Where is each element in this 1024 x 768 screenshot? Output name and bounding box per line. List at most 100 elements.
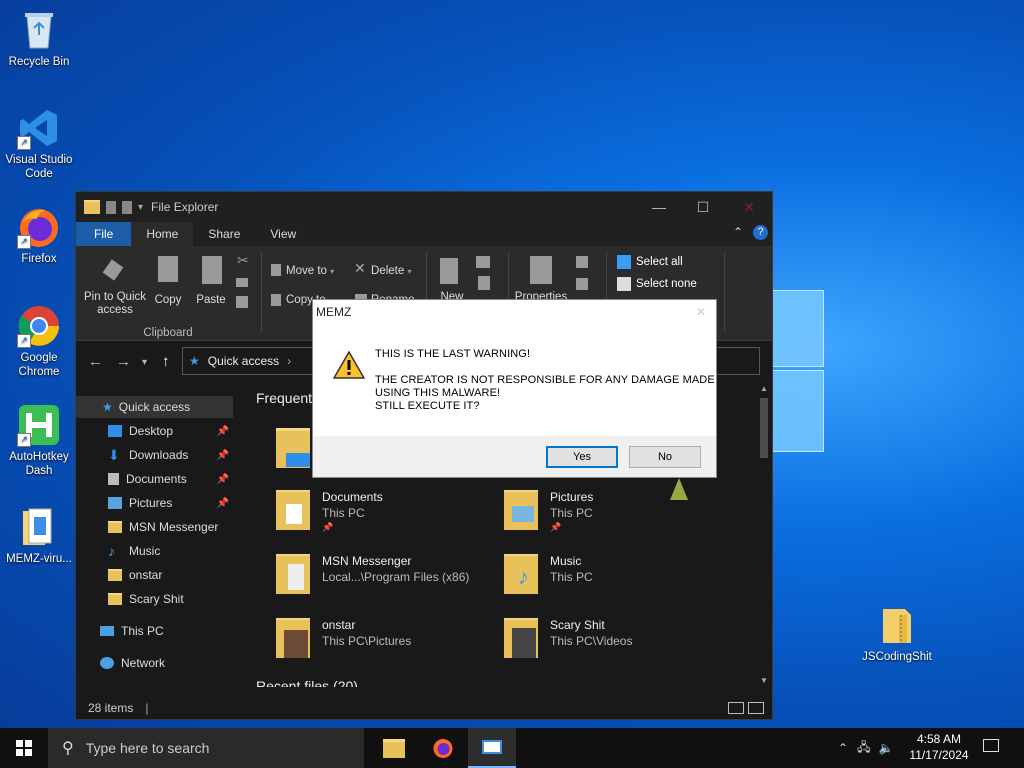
up-arrow-icon[interactable]: ↑ [162,353,170,370]
back-arrow-icon[interactable]: ← [88,353,103,370]
taskbar-firefox[interactable] [419,728,467,768]
pin-icon: 📌 [216,425,229,437]
help-icon[interactable]: ? [753,225,768,240]
new-item-icon[interactable] [476,256,490,268]
nav-item-desktop[interactable]: Desktop 📌 [76,420,233,442]
nav-item-msn-messenger[interactable]: MSN Messenger [76,516,233,538]
nav-item-this-pc[interactable]: This PC [76,620,233,642]
app-window-icon [482,740,502,754]
nav-item-downloads[interactable]: ⬇ Downloads 📌 [76,444,233,466]
breadcrumb-separator[interactable]: › [287,354,291,368]
nav-item-pictures[interactable]: Pictures 📌 [76,492,233,514]
collapse-ribbon-icon[interactable]: ⌃ [733,225,743,239]
delete-button[interactable]: Delete ▾ [371,265,411,278]
paste-button[interactable]: Paste [194,294,228,307]
dialog-message: THIS IS THE LAST WARNING! THE CREATOR IS… [375,348,715,412]
navigation-pane: ★ Quick access Desktop 📌 ⬇ Downloads 📌 Docum… [76,382,233,687]
nav-item-scary-shit[interactable]: Scary Shit [76,588,233,610]
tab-share[interactable]: Share [193,222,255,246]
tab-view[interactable]: View [255,222,311,246]
no-button[interactable]: No [629,446,701,468]
desktop-icon-firefox[interactable]: ↗ Firefox [2,205,76,266]
shortcut-arrow-icon: ↗ [17,433,31,447]
details-view-icon[interactable] [728,702,744,714]
tile-onstar[interactable]: onstar This PC\Pictures [276,616,496,666]
volume-icon[interactable]: 🔈 [878,741,893,755]
recent-locations-chevron-icon[interactable]: ▾ [142,357,147,368]
customize-toolbar-icon[interactable]: ▾ [138,202,143,213]
tile-msn-messenger[interactable]: MSN Messenger Local...\Program Files (x8… [276,552,496,602]
minimize-button[interactable]: — [636,192,682,222]
autohotkey-icon: ↗ [17,403,61,447]
nav-item-network[interactable]: Network [76,652,233,674]
desktop-icon-vscode[interactable]: ↗ Visual Studio Code [2,106,76,181]
copy-button[interactable]: Copy [152,294,184,307]
nav-item-onstar[interactable]: onstar [76,564,233,586]
paste-shortcut-icon[interactable] [236,296,248,308]
nav-item-quick-access[interactable]: ★ Quick access [76,396,233,418]
tile-scary-shit[interactable]: Scary Shit This PC\Videos [504,616,724,666]
tile-pictures[interactable]: Pictures This PC 📌 [504,488,724,538]
explorer-titlebar[interactable]: ▾ File Explorer — ☐ ✕ [76,192,772,222]
pinned-icon: 📌 [322,522,334,532]
frequent-folders-header[interactable]: Frequent [256,390,312,406]
tile-documents[interactable]: Documents This PC 📌 [276,488,496,538]
clipboard-group-label: Clipboard [143,327,193,339]
new-folder-icon [440,258,458,284]
close-button[interactable]: ✕ [726,192,772,222]
notifications-icon[interactable] [983,739,999,752]
folder-icon [84,200,100,214]
open-icon[interactable] [576,256,588,268]
tab-home[interactable]: Home [131,222,194,246]
download-arrow-icon: ⬇ [108,447,120,463]
desktop-icon-memz[interactable]: MEMZ-viru... [2,505,76,566]
taskbar-memz-app[interactable] [468,728,516,768]
documents-folder-icon [276,490,310,530]
folder-icon [108,521,122,533]
vertical-scrollbar[interactable]: ▲ ▼ [758,382,770,687]
pin-icon: 📌 [216,449,229,461]
shortcut-arrow-icon: ↗ [17,136,31,150]
desktop-icon-recycle-bin[interactable]: Recycle Bin [2,8,76,69]
tile-music[interactable]: ♪ Music This PC [504,552,724,602]
network-icon[interactable]: 🖧 [857,738,870,759]
easy-access-icon[interactable] [478,276,490,290]
desktop-folder-thumb-icon[interactable] [276,428,310,468]
windows-wallpaper-logo [770,290,824,452]
select-none-button[interactable]: Select none [636,278,697,291]
select-all-button[interactable]: Select all [636,256,683,269]
desktop-icon-jscodingshit[interactable]: JSCodingShit [860,603,934,664]
move-to-button[interactable]: Move to ▾ [286,265,334,278]
move-to-icon [271,264,281,276]
taskbar-file-explorer[interactable] [370,728,418,768]
pin-to-quick-access-button[interactable]: Pin to Quick access [80,291,150,317]
copy-to-icon [271,294,281,306]
show-hidden-icons-chevron-icon[interactable]: ⌃ [838,741,848,755]
start-button[interactable] [0,728,48,768]
desktop-icon-chrome[interactable]: ↗ Google Chrome [2,304,76,379]
dialog-titlebar[interactable]: MEMZ ✕ [313,300,716,324]
maximize-button[interactable]: ☐ [680,192,726,222]
breadcrumb-quick-access[interactable]: Quick access [208,354,279,368]
forward-arrow-icon[interactable]: → [116,353,131,370]
edit-icon[interactable] [576,278,588,290]
tab-file[interactable]: File [76,222,132,246]
window-title: File Explorer [151,200,219,214]
recent-files-header[interactable]: Recent files (20) [256,678,358,687]
taskbar-search-box[interactable]: ⚲ Type here to search [48,728,364,768]
pin-icon: 📌 [216,497,229,509]
delete-icon: ✕ [354,260,366,276]
yes-button[interactable]: Yes [546,446,618,468]
copy-icon [158,256,178,282]
folder-icon [276,618,310,658]
desktop-icon-autohotkey[interactable]: ↗ AutoHotkey Dash [2,403,76,478]
properties-icon[interactable] [106,200,116,214]
new-folder-icon[interactable] [122,200,132,214]
copy-path-icon[interactable] [236,278,248,287]
nav-item-music[interactable]: ♪ Music [76,540,233,562]
nav-item-documents[interactable]: Documents 📌 [76,468,233,490]
close-icon[interactable]: ✕ [696,305,706,319]
taskbar-clock[interactable]: 4:58 AM 11/17/2024 [904,731,974,763]
large-icons-view-icon[interactable] [748,702,764,714]
cut-icon[interactable]: ✂ [237,252,249,269]
